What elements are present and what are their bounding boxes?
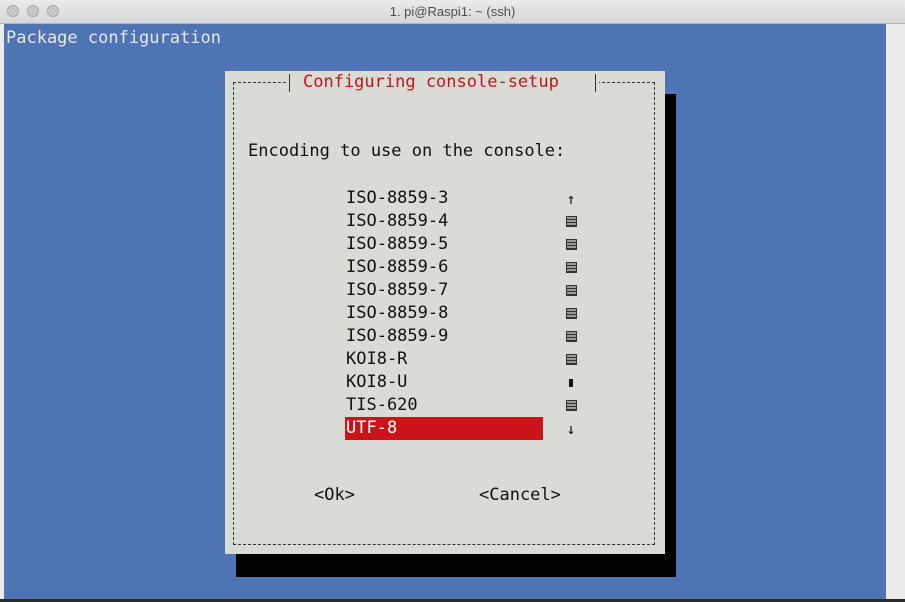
encoding-option[interactable]: ISO-8859-7	[345, 279, 543, 302]
up-arrow-icon[interactable]: ↑	[563, 187, 579, 210]
terminal-screen[interactable]: Package configuration Configuring consol…	[4, 24, 886, 599]
package-configuration-header: Package configuration	[6, 28, 221, 48]
down-arrow-icon[interactable]: ↓	[563, 417, 579, 440]
track-icon	[563, 348, 579, 371]
title-bracket-right	[595, 74, 596, 92]
track-icon	[563, 279, 579, 302]
encoding-option[interactable]: ISO-8859-6	[345, 256, 543, 279]
encoding-option[interactable]: TIS-620	[345, 394, 543, 417]
cancel-button[interactable]: <Cancel>	[479, 485, 561, 505]
list-scrollbar[interactable]: ↑ ↓	[563, 187, 579, 440]
encoding-option[interactable]: ISO-8859-5	[345, 233, 543, 256]
encoding-option[interactable]: ISO-8859-3	[345, 187, 543, 210]
dialog-title: Configuring console-setup	[303, 72, 559, 92]
encoding-list[interactable]: ISO-8859-3 ISO-8859-4 ISO-8859-5 ISO-8859-6…	[345, 187, 585, 440]
encoding-option[interactable]: ISO-8859-8	[345, 302, 543, 325]
ok-button[interactable]: <Ok>	[314, 485, 355, 505]
track-icon	[563, 233, 579, 256]
dialog-prompt: Encoding to use on the console:	[248, 141, 566, 161]
encoding-option[interactable]: KOI8-R	[345, 348, 543, 371]
track-icon	[563, 210, 579, 233]
encoding-option[interactable]: KOI8-U	[345, 371, 543, 394]
window-titlebar: 1. pi@Raspi1: ~ (ssh)	[0, 0, 905, 24]
console-setup-dialog: Configuring console-setup Encoding to us…	[225, 71, 665, 554]
track-icon	[563, 394, 579, 417]
encoding-option[interactable]: ISO-8859-4	[345, 210, 543, 233]
window-title: 1. pi@Raspi1: ~ (ssh)	[389, 4, 516, 19]
track-icon	[563, 256, 579, 279]
track-icon	[563, 302, 579, 325]
encoding-option[interactable]: UTF-8	[345, 417, 543, 440]
thumb-icon[interactable]	[563, 371, 579, 394]
title-bracket-left	[289, 74, 290, 92]
encoding-option[interactable]: ISO-8859-9	[345, 325, 543, 348]
track-icon	[563, 325, 579, 348]
